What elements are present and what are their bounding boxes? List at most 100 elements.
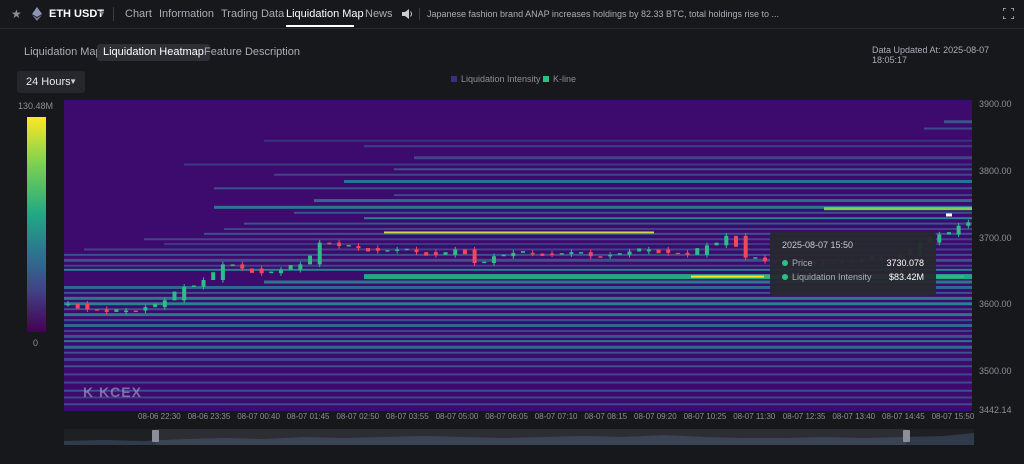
liquidation-band bbox=[924, 127, 972, 130]
legend-k-line[interactable]: K-line bbox=[543, 74, 576, 84]
kline-candle bbox=[453, 249, 458, 255]
kline-candle bbox=[666, 249, 671, 253]
x-tick-label: 08-07 03:55 bbox=[386, 412, 429, 421]
tooltip-price-value: 3730.078 bbox=[886, 258, 924, 268]
divider bbox=[419, 8, 420, 20]
liquidation-band bbox=[944, 120, 972, 124]
kline-candle bbox=[714, 242, 719, 246]
tab-news[interactable]: News bbox=[365, 8, 393, 20]
liquidation-band bbox=[364, 217, 972, 220]
kline-candle bbox=[685, 252, 690, 255]
tab-information[interactable]: Information bbox=[159, 8, 214, 20]
x-tick-label: 08-07 09:20 bbox=[634, 412, 677, 421]
kline-candle bbox=[569, 252, 574, 255]
kline-candle bbox=[646, 249, 651, 252]
liquidation-band bbox=[264, 139, 972, 142]
subtab-liquidation-map[interactable]: Liquidation Map bbox=[18, 44, 108, 61]
liquidation-band bbox=[64, 296, 972, 300]
x-tick-label: 08-06 23:35 bbox=[187, 412, 231, 421]
liquidation-band bbox=[64, 351, 972, 354]
scroller-right-handle bbox=[903, 430, 910, 442]
top-bar: ★ ETH USDT ▼ Chart Information Trading D… bbox=[0, 0, 1024, 29]
y-tick-label: 3500.00 bbox=[979, 366, 1012, 376]
kline-candle bbox=[395, 249, 400, 251]
x-tick-label: 08-07 00:40 bbox=[237, 412, 280, 421]
updated-label: Data Updated At: bbox=[872, 45, 941, 55]
legend-liquidation-intensity[interactable]: Liquidation Intensity bbox=[451, 74, 541, 84]
kline-candle bbox=[656, 249, 661, 254]
kline-candle bbox=[695, 248, 700, 255]
liquidation-band bbox=[64, 365, 972, 368]
kline-candle bbox=[201, 280, 206, 287]
liquidation-band bbox=[64, 324, 972, 328]
time-range-select[interactable]: 24 Hours ▼ bbox=[17, 71, 85, 93]
pair-dropdown-icon[interactable]: ▼ bbox=[98, 9, 106, 18]
x-tick-label: 08-07 07:10 bbox=[534, 412, 578, 421]
tab-chart[interactable]: Chart bbox=[125, 8, 152, 20]
tab-liquidation-map[interactable]: Liquidation Map bbox=[286, 8, 364, 20]
kline-candle bbox=[743, 235, 748, 258]
liquidation-band bbox=[64, 302, 972, 306]
x-tick-label: 08-07 14:45 bbox=[882, 412, 925, 421]
divider bbox=[113, 7, 114, 21]
x-tick-label: 08-07 10:25 bbox=[683, 412, 727, 421]
kline-candle bbox=[540, 253, 545, 256]
kline-candle bbox=[191, 285, 196, 287]
watermark-text: KCEX bbox=[99, 384, 142, 400]
kline-candle bbox=[966, 222, 971, 226]
subtab-feature-description[interactable]: Feature Description bbox=[198, 44, 306, 61]
kline-candle bbox=[753, 257, 758, 259]
news-ticker[interactable]: Japanese fashion brand ANAP increases ho… bbox=[427, 9, 779, 19]
liquidation-band bbox=[64, 329, 972, 332]
liquidation-band bbox=[274, 173, 972, 176]
kline-candle bbox=[472, 249, 477, 264]
kline-candle bbox=[521, 251, 525, 253]
active-tab-indicator bbox=[286, 25, 354, 27]
tooltip-time: 2025-08-07 15:50 bbox=[782, 240, 854, 250]
kline-candle bbox=[559, 253, 564, 255]
liquidation-band bbox=[64, 357, 972, 361]
kline-candle bbox=[259, 268, 264, 274]
fullscreen-icon[interactable] bbox=[1003, 8, 1014, 19]
intensity-dot-icon bbox=[782, 274, 788, 280]
kline-candle bbox=[75, 303, 80, 309]
kline-candle bbox=[249, 268, 254, 273]
kline-candle bbox=[414, 249, 419, 253]
kline-candle bbox=[763, 257, 768, 261]
chevron-down-icon: ▼ bbox=[69, 77, 77, 86]
kline-candle bbox=[95, 309, 100, 311]
kline-candle bbox=[143, 307, 148, 311]
kline-candle bbox=[598, 256, 603, 258]
kline-candle bbox=[375, 248, 380, 251]
kline-candle bbox=[675, 252, 680, 255]
x-tick-label: 08-07 11:30 bbox=[733, 412, 776, 421]
kline-candle bbox=[220, 264, 225, 281]
kline-candle bbox=[733, 235, 738, 247]
kline-candle bbox=[327, 242, 332, 245]
kline-candle bbox=[317, 242, 322, 265]
liquidation-band bbox=[184, 163, 972, 166]
liquidation-band bbox=[224, 228, 972, 231]
legend-swatch bbox=[543, 76, 549, 82]
subtab-liquidation-heatmap[interactable]: Liquidation Heatmap bbox=[97, 44, 210, 61]
time-range-scroller[interactable] bbox=[64, 425, 974, 447]
kline-candle bbox=[182, 286, 187, 301]
tab-trading-data[interactable]: Trading Data bbox=[221, 8, 284, 20]
kline-candle bbox=[608, 254, 613, 257]
kline-candle bbox=[530, 252, 535, 255]
kline-candle bbox=[946, 232, 951, 235]
kline-candle bbox=[172, 291, 177, 301]
speaker-icon bbox=[402, 9, 412, 19]
tooltip-intensity-label: Liquidation Intensity bbox=[792, 272, 872, 282]
favorite-star-icon[interactable]: ★ bbox=[11, 8, 23, 20]
trading-pair[interactable]: ETH USDT bbox=[49, 8, 104, 20]
kline-candle bbox=[724, 235, 729, 246]
kline-candle bbox=[124, 310, 129, 313]
kline-candle bbox=[617, 253, 622, 255]
kline-candle bbox=[579, 252, 584, 254]
kline-candle bbox=[443, 252, 448, 255]
kline-candle bbox=[704, 245, 709, 255]
kline-candle bbox=[66, 303, 70, 306]
liquidation-band bbox=[64, 396, 972, 399]
data-updated: Data Updated At: 2025-08-07 18:05:17 bbox=[872, 45, 1024, 65]
